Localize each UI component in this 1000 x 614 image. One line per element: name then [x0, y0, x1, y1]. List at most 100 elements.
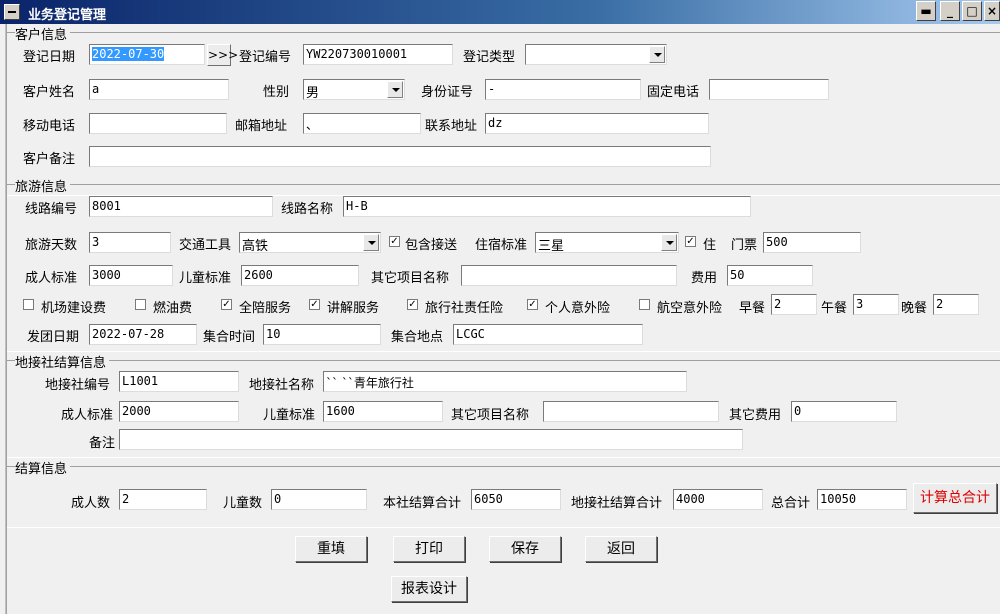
- id-label: 身份证号: [421, 85, 474, 100]
- local-remark-label: 备注: [89, 436, 116, 451]
- dinner-field[interactable]: 2: [933, 294, 979, 315]
- children-count-label: 儿童数: [223, 496, 263, 511]
- gender-select[interactable]: 男: [303, 79, 405, 100]
- option-checkbox[interactable]: ✓: [221, 299, 232, 310]
- child-std-field[interactable]: 2600: [241, 265, 359, 286]
- depart-date-label: 发团日期: [27, 330, 80, 345]
- address-field[interactable]: dz: [485, 113, 709, 134]
- mobile-field[interactable]: [89, 113, 227, 134]
- customer-remark-label: 客户备注: [23, 152, 76, 167]
- print-button[interactable]: 打印: [393, 536, 465, 562]
- window-menu-icon[interactable]: [4, 4, 20, 20]
- title-bar: 业务登记管理 ▬ _ □ ×: [0, 0, 1000, 24]
- pickup-checkbox[interactable]: ✓: [389, 236, 400, 247]
- ticket-label: 门票: [731, 238, 758, 253]
- window-title: 业务登记管理: [28, 8, 107, 23]
- option-checkbox[interactable]: ✓: [527, 299, 538, 310]
- local-other-field[interactable]: [543, 401, 719, 422]
- days-field[interactable]: 3: [89, 232, 171, 253]
- reg-no-field[interactable]: YW220730010001: [303, 44, 453, 65]
- minimize-icon[interactable]: _: [940, 1, 960, 21]
- ticket-field[interactable]: 500: [763, 232, 861, 253]
- option-label: 航空意外险: [657, 301, 723, 316]
- email-label: 邮箱地址: [235, 119, 288, 134]
- local-other-fee-label: 其它费用: [729, 408, 782, 423]
- children-count-field[interactable]: 0: [271, 489, 367, 510]
- option-checkbox[interactable]: [135, 299, 146, 310]
- option-checkbox[interactable]: ✓: [309, 299, 320, 310]
- breakfast-field[interactable]: 2: [771, 294, 817, 315]
- transport-select[interactable]: 高铁: [239, 232, 381, 253]
- local-adult-field[interactable]: 2000: [119, 401, 239, 422]
- route-name-field[interactable]: H-B: [343, 196, 751, 217]
- reg-no-label: 登记编号: [239, 50, 292, 65]
- stay-label: 住: [703, 238, 717, 253]
- grand-total-field[interactable]: 10050: [817, 489, 907, 510]
- report-design-button[interactable]: 报表设计: [391, 576, 467, 602]
- option-checkbox[interactable]: ✓: [407, 299, 418, 310]
- customer-name-label: 客户姓名: [23, 85, 76, 100]
- customer-section-title: 客户信息: [15, 24, 71, 43]
- adults-count-label: 成人数: [71, 496, 111, 511]
- local-total-field[interactable]: 4000: [673, 489, 763, 510]
- other-item-field[interactable]: [461, 265, 677, 286]
- hotel-select[interactable]: 三星: [535, 232, 679, 253]
- local-total-label: 地接社结算合计: [571, 496, 663, 511]
- tour-section-title: 旅游信息: [15, 176, 71, 195]
- route-no-field[interactable]: 8001: [89, 196, 273, 217]
- chevron-down-icon[interactable]: [661, 234, 677, 251]
- own-total-field[interactable]: 6050: [471, 489, 561, 510]
- breakfast-label: 早餐: [739, 301, 766, 316]
- chevron-down-icon[interactable]: [649, 46, 665, 63]
- reg-type-select[interactable]: [525, 44, 667, 65]
- local-child-label: 儿童标准: [263, 408, 316, 423]
- adult-std-field[interactable]: 3000: [89, 265, 173, 286]
- customer-name-field[interactable]: a: [89, 79, 229, 100]
- id-field[interactable]: -: [485, 79, 641, 100]
- phone-field[interactable]: [709, 79, 829, 100]
- stay-checkbox[interactable]: ✓: [685, 236, 696, 247]
- chevron-down-icon[interactable]: [387, 81, 403, 98]
- fee-field[interactable]: 50: [727, 265, 813, 286]
- local-no-field[interactable]: L1001: [119, 371, 239, 392]
- settlement-section-title: 结算信息: [15, 458, 71, 477]
- option-label: 燃油费: [153, 301, 193, 316]
- reg-date-field[interactable]: 2022-07-30: [89, 44, 205, 65]
- meet-time-label: 集合时间: [203, 330, 256, 345]
- option-label: 全陪服务: [239, 301, 292, 316]
- date-picker-button[interactable]: >>>: [207, 44, 238, 66]
- local-child-field[interactable]: 1600: [323, 401, 443, 422]
- close-icon[interactable]: ×: [984, 1, 1000, 21]
- pickup-label: 包含接送: [405, 238, 458, 253]
- customer-remark-field[interactable]: [89, 146, 711, 167]
- save-button[interactable]: 保存: [489, 536, 561, 562]
- local-no-label: 地接社编号: [45, 378, 111, 393]
- transport-label: 交通工具: [179, 238, 232, 253]
- email-field[interactable]: 、: [303, 113, 421, 134]
- reset-button[interactable]: 重填: [295, 536, 367, 562]
- calculate-total-button[interactable]: 计算总合计: [913, 483, 997, 513]
- adults-count-field[interactable]: 2: [119, 489, 207, 510]
- maximize-icon[interactable]: □: [962, 1, 982, 21]
- form-body: 客户信息 登记日期 2022-07-30 >>> 登记编号 YW22073001…: [6, 24, 1000, 614]
- route-no-label: 线路编号: [25, 202, 78, 217]
- lunch-field[interactable]: 3: [853, 294, 899, 315]
- back-button[interactable]: 返回: [585, 536, 657, 562]
- option-label: 机场建设费: [41, 301, 107, 316]
- chevron-down-icon[interactable]: [363, 234, 379, 251]
- local-remark-field[interactable]: [119, 429, 743, 450]
- local-name-field[interactable]: `` ``青年旅行社: [323, 371, 687, 392]
- menu-icon[interactable]: ▬: [916, 1, 936, 21]
- local-adult-label: 成人标准: [61, 408, 114, 423]
- own-total-label: 本社结算合计: [383, 496, 462, 511]
- option-checkbox[interactable]: [23, 299, 34, 310]
- fee-label: 费用: [691, 271, 718, 286]
- local-other-fee-field[interactable]: 0: [791, 401, 897, 422]
- meet-place-field[interactable]: LCGC: [453, 324, 643, 345]
- days-label: 旅游天数: [25, 238, 78, 253]
- meet-time-field[interactable]: 10: [263, 324, 381, 345]
- hotel-label: 住宿标准: [475, 238, 528, 253]
- option-checkbox[interactable]: [639, 299, 650, 310]
- other-item-label: 其它项目名称: [371, 271, 450, 286]
- depart-date-field[interactable]: 2022-07-28: [89, 324, 197, 345]
